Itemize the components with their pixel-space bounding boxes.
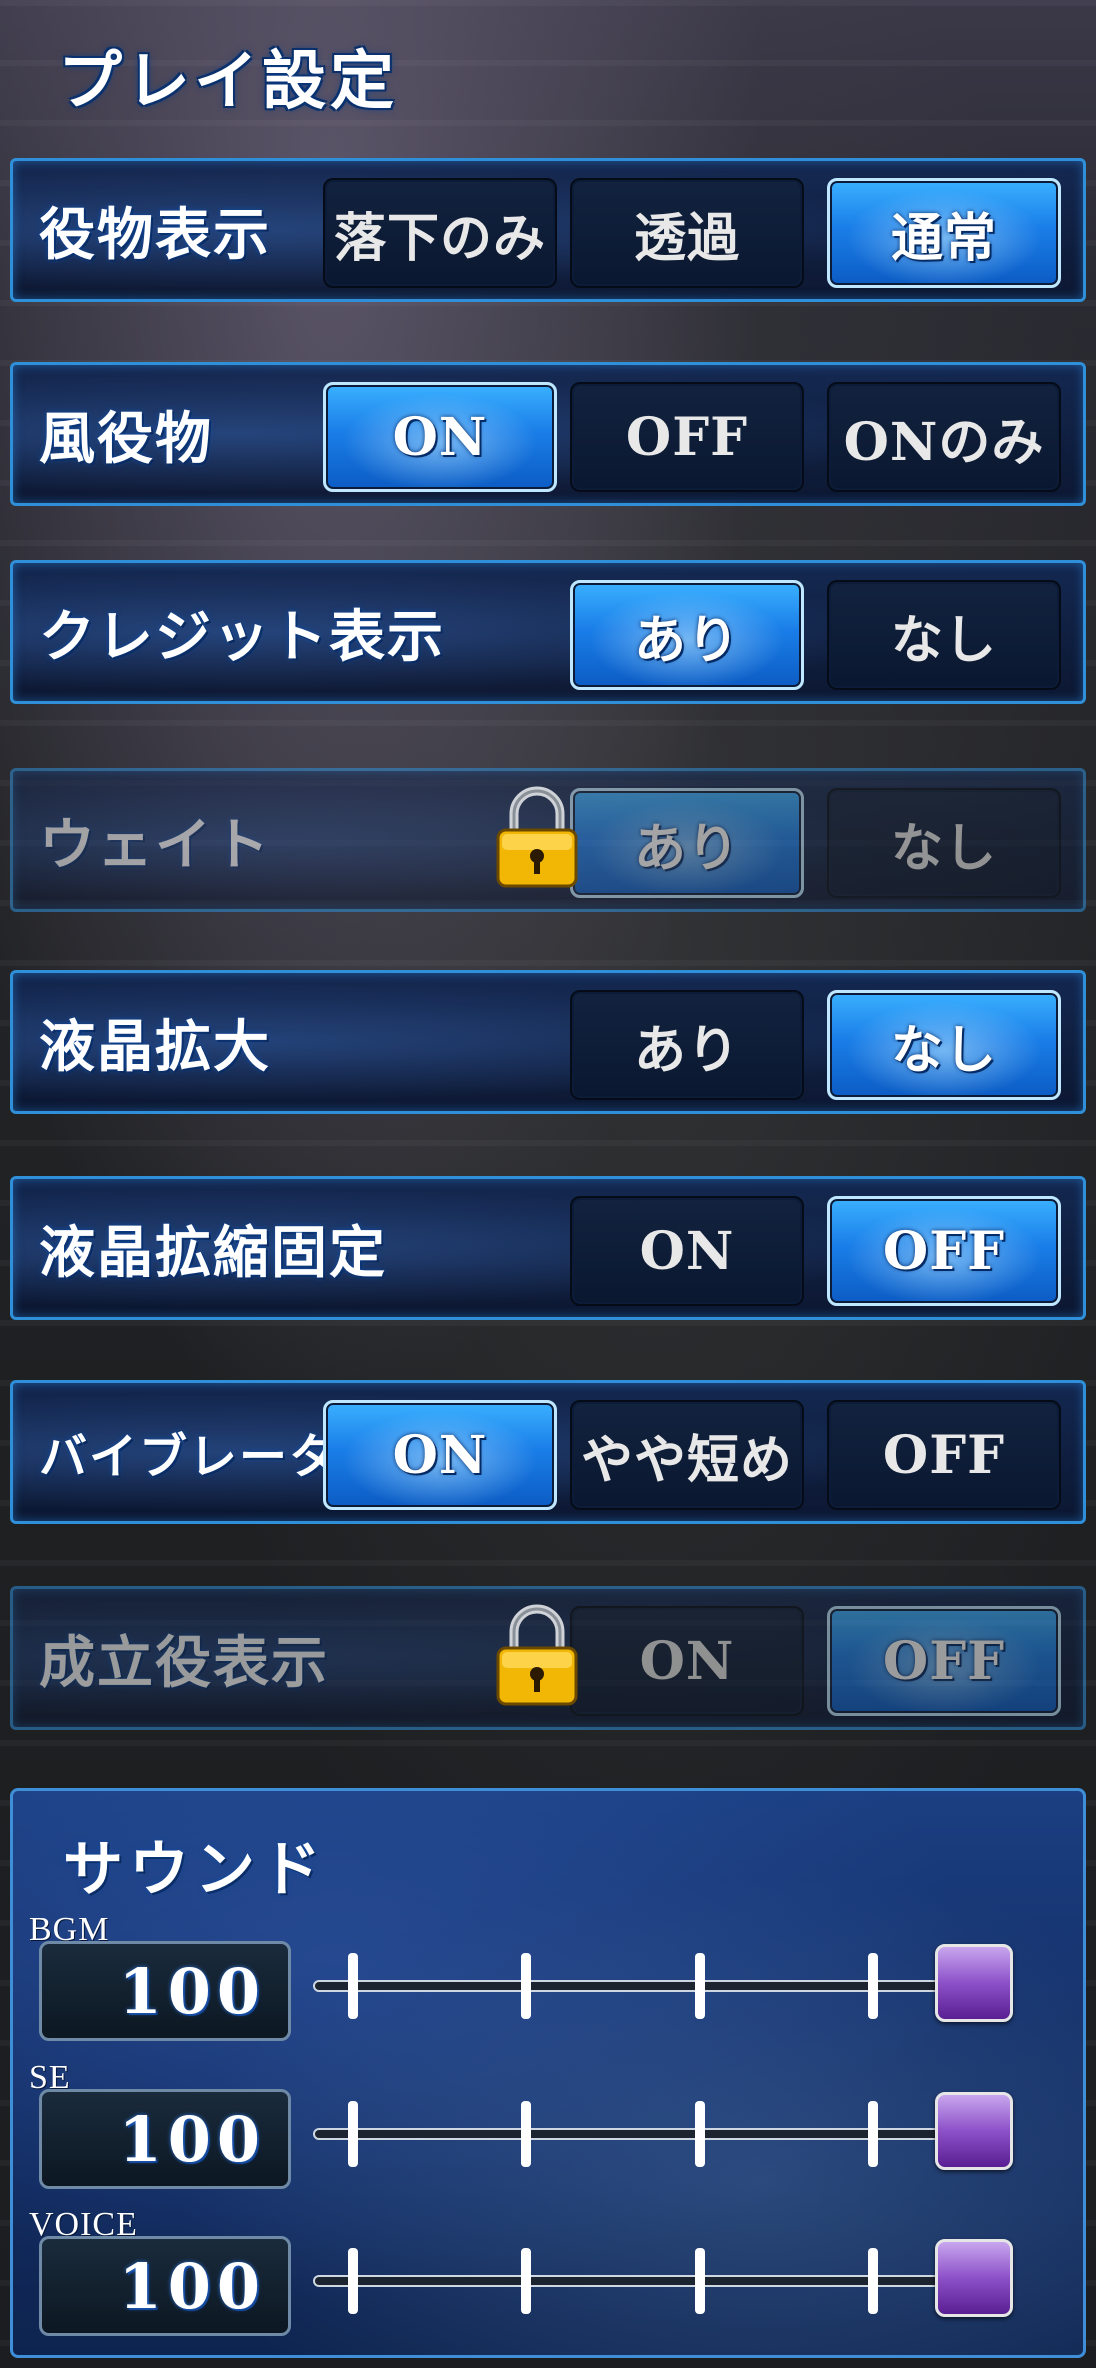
slider-tick — [695, 1953, 705, 2019]
option-yes-button[interactable]: あり — [570, 580, 804, 690]
option-no-button: なし — [827, 788, 1061, 898]
setting-row-credit-display: クレジット表示 あり なし — [10, 560, 1086, 704]
option-drop-only-button[interactable]: 落下のみ — [323, 178, 557, 288]
slider-tick — [868, 2248, 878, 2314]
setting-row-wind-yakumono: 風役物 ON OFF ONのみ — [10, 362, 1086, 506]
option-yes-button: あり — [570, 788, 804, 898]
bgm-volume-value: 100 — [39, 1941, 291, 2041]
padlock-icon — [496, 1604, 578, 1706]
slider-tick — [521, 2101, 531, 2167]
se-volume-slider[interactable] — [313, 2089, 1083, 2179]
option-yes-button[interactable]: あり — [570, 990, 804, 1100]
se-slider-knob[interactable] — [935, 2092, 1013, 2170]
sound-panel: サウンド BGM 100 SE 100 VOICE 100 — [10, 1788, 1086, 2358]
bgm-slider-knob[interactable] — [935, 1944, 1013, 2022]
setting-row-yakumono-display: 役物表示 落下のみ 透過 通常 — [10, 158, 1086, 302]
option-on-button[interactable]: ON — [570, 1196, 804, 1306]
slider-tick — [348, 1953, 358, 2019]
padlock-icon — [496, 786, 578, 888]
slider-tick — [521, 1953, 531, 2019]
row-label: バイブレータ — [39, 1429, 340, 1485]
setting-row-lcd-zoom-lock: 液晶拡縮固定 ON OFF — [10, 1176, 1086, 1320]
option-on-only-button[interactable]: ONのみ — [827, 382, 1061, 492]
slider-tick — [868, 1953, 878, 2019]
voice-volume-value: 100 — [39, 2236, 291, 2336]
row-label: 液晶拡大 — [39, 1013, 271, 1080]
row-label: 風役物 — [39, 405, 213, 472]
row-label: 液晶拡縮固定 — [39, 1219, 387, 1286]
option-on-button[interactable]: ON — [323, 1400, 557, 1510]
option-off-button[interactable]: OFF — [570, 382, 804, 492]
option-transparent-button[interactable]: 透過 — [570, 178, 804, 288]
se-volume-value: 100 — [39, 2089, 291, 2189]
setting-row-vibrator: バイブレータ ON やや短め OFF — [10, 1380, 1086, 1524]
option-slightly-short-button[interactable]: やや短め — [570, 1400, 804, 1510]
slider-track — [313, 2128, 1013, 2140]
option-normal-button[interactable]: 通常 — [827, 178, 1061, 288]
row-label: 役物表示 — [39, 201, 271, 268]
slider-track — [313, 1980, 1013, 1992]
row-label: 成立役表示 — [39, 1629, 329, 1696]
slider-tick — [348, 2101, 358, 2167]
option-no-button[interactable]: なし — [827, 580, 1061, 690]
option-on-button[interactable]: ON — [323, 382, 557, 492]
option-no-button[interactable]: なし — [827, 990, 1061, 1100]
slider-tick — [695, 2248, 705, 2314]
option-off-button[interactable]: OFF — [827, 1400, 1061, 1510]
voice-volume-slider[interactable] — [313, 2236, 1083, 2326]
slider-tick — [695, 2101, 705, 2167]
sound-title: サウンド — [63, 1835, 327, 1905]
slider-track — [313, 2275, 1013, 2287]
slider-tick — [521, 2248, 531, 2314]
setting-row-lcd-zoom: 液晶拡大 あり なし — [10, 970, 1086, 1114]
row-label: クレジット表示 — [39, 603, 445, 670]
option-off-button: OFF — [827, 1606, 1061, 1716]
bgm-volume-slider[interactable] — [313, 1941, 1083, 2031]
page-title: プレイ設定 — [58, 45, 398, 119]
option-off-button[interactable]: OFF — [827, 1196, 1061, 1306]
slider-tick — [348, 2248, 358, 2314]
slider-tick — [868, 2101, 878, 2167]
voice-slider-knob[interactable] — [935, 2239, 1013, 2317]
option-on-button: ON — [570, 1606, 804, 1716]
row-label: ウェイト — [39, 811, 271, 878]
